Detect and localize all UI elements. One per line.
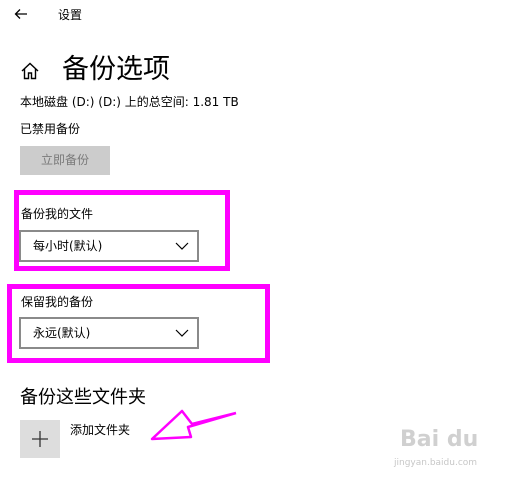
add-folder-label: 添加文件夹	[70, 423, 131, 437]
watermark-url: jingyan.baidu.com	[394, 458, 478, 468]
keep-backups-label: 保留我的备份	[21, 295, 94, 309]
backup-frequency-value: 每小时(默认)	[33, 239, 103, 253]
add-folder-tile[interactable]	[20, 420, 60, 458]
back-arrow-icon[interactable]	[13, 6, 29, 22]
chevron-down-icon	[175, 329, 189, 337]
home-icon[interactable]	[20, 61, 40, 81]
settings-window: 设置 备份选项 本地磁盘 (D:) (D:) 上的总空间: 1.81 TB 已禁…	[0, 0, 511, 483]
folders-section-heading: 备份这些文件夹	[20, 387, 146, 408]
page-title: 备份选项	[62, 54, 170, 85]
backup-now-button[interactable]: 立即备份	[20, 146, 110, 175]
plus-icon	[32, 431, 48, 447]
keep-backups-value: 永远(默认)	[33, 326, 91, 340]
backup-status-text: 已禁用备份	[20, 122, 81, 136]
keep-backups-dropdown[interactable]: 永远(默认)	[19, 317, 199, 349]
chevron-down-icon	[175, 242, 189, 250]
baidu-watermark: Bai du jingyan.baidu.com	[388, 425, 500, 475]
disk-space-info: 本地磁盘 (D:) (D:) 上的总空间: 1.81 TB	[20, 95, 239, 109]
watermark-logo: Bai du	[400, 427, 479, 452]
window-title: 设置	[58, 8, 83, 22]
backup-frequency-label: 备份我的文件	[21, 207, 94, 221]
backup-frequency-dropdown[interactable]: 每小时(默认)	[19, 230, 199, 262]
pointer-arrow-annotation	[150, 409, 237, 441]
